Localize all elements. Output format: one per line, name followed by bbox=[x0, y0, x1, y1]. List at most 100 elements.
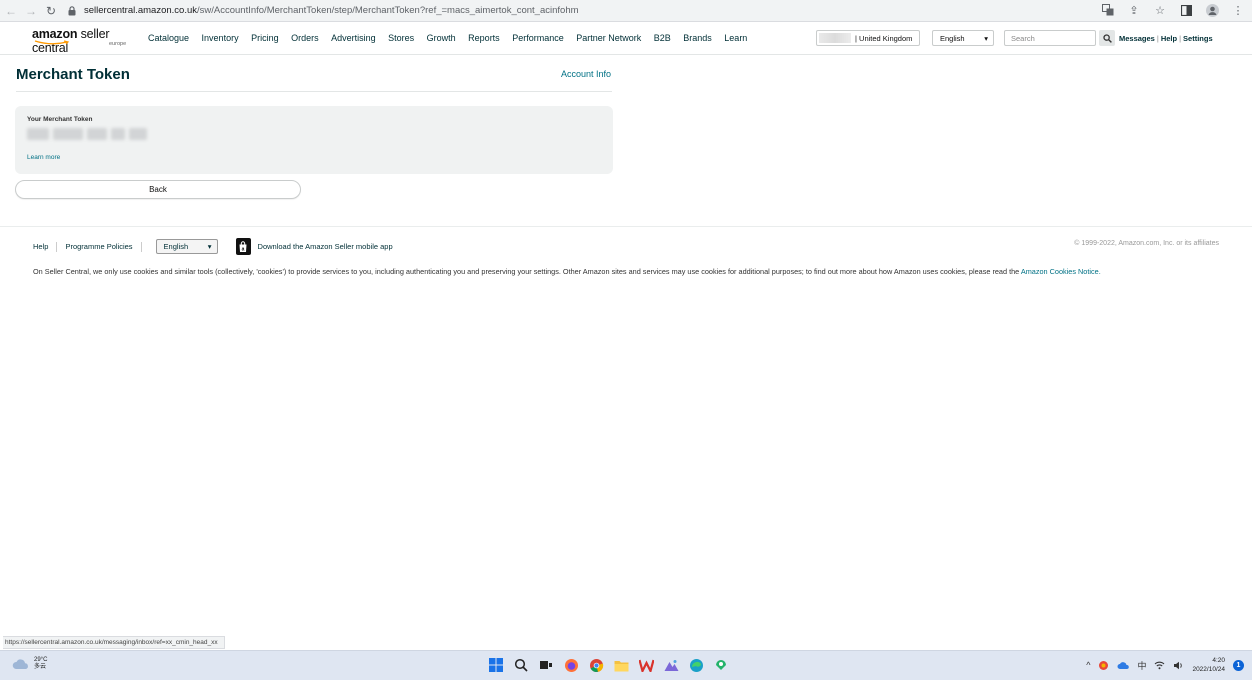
merchant-token-card: Your Merchant Token Learn more bbox=[15, 106, 613, 174]
footer-links: Help Programme Policies English ▾ a Down… bbox=[33, 238, 393, 255]
amazon-seller-central-logo[interactable]: amazon seller central europe bbox=[32, 27, 138, 55]
lock-icon[interactable] bbox=[68, 5, 78, 17]
star-icon[interactable]: ☆ bbox=[1152, 2, 1168, 18]
nav-reports[interactable]: Reports bbox=[468, 33, 500, 43]
footer-separator bbox=[140, 241, 142, 252]
search-input[interactable]: Search bbox=[1004, 30, 1096, 46]
edge-icon[interactable] bbox=[687, 656, 705, 674]
cloud-sync-icon[interactable] bbox=[1117, 660, 1130, 670]
nav-stores[interactable]: Stores bbox=[388, 33, 414, 43]
nav-orders[interactable]: Orders bbox=[291, 33, 319, 43]
weather-widget[interactable]: 29°C 多云 bbox=[12, 657, 47, 671]
footer-separator bbox=[56, 241, 58, 252]
seller-app-icon[interactable]: a bbox=[235, 238, 251, 255]
nav-b2b[interactable]: B2B bbox=[654, 33, 671, 43]
nav-learn[interactable]: Learn bbox=[724, 33, 747, 43]
nav-advertising[interactable]: Advertising bbox=[331, 33, 376, 43]
marketplace-switcher[interactable]: | United Kingdom bbox=[816, 30, 920, 46]
redacted-merchant-token bbox=[27, 126, 155, 142]
logo-region: europe bbox=[109, 41, 127, 47]
nav-partner-network[interactable]: Partner Network bbox=[576, 33, 641, 43]
back-button[interactable]: Back bbox=[15, 180, 301, 199]
nav-growth[interactable]: Growth bbox=[427, 33, 456, 43]
temperature: 29°C bbox=[34, 657, 48, 663]
redacted-account-name bbox=[819, 33, 851, 43]
page: ← → ↻ sellercentral.amazon.co.uk/sw/Acco… bbox=[0, 0, 1252, 680]
token-label: Your Merchant Token bbox=[27, 116, 93, 123]
back-arrow-icon[interactable]: ← bbox=[2, 2, 20, 20]
main-navigation: Catalogue Inventory Pricing Orders Adver… bbox=[148, 33, 760, 43]
file-explorer-icon[interactable] bbox=[612, 656, 630, 674]
programme-policies-link[interactable]: Programme Policies bbox=[65, 242, 132, 251]
chevron-down-icon: ▾ bbox=[207, 242, 212, 251]
help-link[interactable]: Help bbox=[1161, 34, 1177, 43]
browser-toolbar: ← → ↻ sellercentral.amazon.co.uk/sw/Acco… bbox=[0, 0, 1252, 22]
cookie-notice-text: On Seller Central, we only use cookies a… bbox=[33, 267, 1021, 276]
sidebar-icon[interactable] bbox=[1178, 2, 1194, 18]
volume-icon[interactable] bbox=[1173, 661, 1184, 670]
task-view-icon[interactable] bbox=[537, 656, 555, 674]
seller-central-header: amazon seller central europe Catalogue I… bbox=[0, 22, 1252, 55]
system-tray: ^ 中 4:20 2022/10/24 1 bbox=[1086, 656, 1244, 674]
clock-date: 2022/10/24 bbox=[1192, 666, 1225, 673]
address-bar[interactable]: sellercentral.amazon.co.uk/sw/AccountInf… bbox=[84, 5, 579, 16]
search-icon bbox=[1102, 33, 1112, 43]
ime-indicator[interactable]: 中 bbox=[1137, 659, 1146, 672]
translate-icon[interactable] bbox=[1100, 2, 1116, 18]
page-title: Merchant Token bbox=[16, 66, 130, 83]
windows-start-icon[interactable] bbox=[487, 656, 505, 674]
nav-performance[interactable]: Performance bbox=[512, 33, 564, 43]
menu-dots-icon[interactable]: ⋮ bbox=[1230, 2, 1246, 18]
url-host: sellercentral.amazon.co.uk bbox=[84, 5, 197, 16]
status-bar-url: https://sellercentral.amazon.co.uk/messa… bbox=[3, 636, 225, 649]
footer-divider bbox=[0, 226, 1252, 227]
firefox-icon[interactable] bbox=[562, 656, 580, 674]
browser-actions: ⇪ ☆ ⋮ bbox=[1100, 2, 1246, 18]
messages-link[interactable]: Messages bbox=[1119, 34, 1155, 43]
search-icon[interactable] bbox=[512, 656, 530, 674]
forward-arrow-icon[interactable]: → bbox=[22, 2, 40, 20]
marketplace-label: | United Kingdom bbox=[855, 33, 913, 43]
green-app-icon[interactable] bbox=[712, 656, 730, 674]
wifi-icon[interactable] bbox=[1154, 661, 1165, 670]
reload-icon[interactable]: ↻ bbox=[42, 2, 60, 20]
account-info-link[interactable]: Account Info bbox=[561, 69, 611, 79]
search-button[interactable] bbox=[1099, 30, 1115, 46]
wps-office-icon[interactable] bbox=[637, 656, 655, 674]
chevron-down-icon: ▾ bbox=[984, 33, 988, 43]
svg-text:a: a bbox=[242, 246, 245, 252]
share-icon[interactable]: ⇪ bbox=[1126, 2, 1142, 18]
footer-language-value: English bbox=[163, 242, 189, 251]
language-value: English bbox=[940, 33, 965, 43]
profile-icon[interactable] bbox=[1204, 2, 1220, 18]
nav-pricing[interactable]: Pricing bbox=[251, 33, 279, 43]
url-path: /sw/AccountInfo/MerchantToken/step/Merch… bbox=[197, 5, 579, 16]
nav-catalogue[interactable]: Catalogue bbox=[148, 33, 189, 43]
nav-inventory[interactable]: Inventory bbox=[202, 33, 239, 43]
taskbar-apps bbox=[487, 656, 730, 674]
language-select[interactable]: English ▾ bbox=[932, 30, 994, 46]
chrome-icon[interactable] bbox=[587, 656, 605, 674]
chevron-up-icon[interactable]: ^ bbox=[1086, 660, 1090, 670]
logo-wordmark: amazon bbox=[32, 27, 78, 41]
clock-time: 4:20 bbox=[1212, 657, 1225, 664]
weather-condition: 多云 bbox=[34, 664, 47, 670]
header-links: Messages | Help | Settings bbox=[1119, 34, 1213, 43]
cookies-notice-link[interactable]: Amazon Cookies Notice. bbox=[1021, 267, 1101, 276]
amazon-smile-icon bbox=[34, 40, 70, 45]
nav-brands[interactable]: Brands bbox=[683, 33, 712, 43]
copyright-notice: © 1999-2022, Amazon.com, Inc. or its aff… bbox=[1074, 240, 1219, 247]
clock[interactable]: 4:20 2022/10/24 bbox=[1192, 656, 1225, 674]
cookie-notice: On Seller Central, we only use cookies a… bbox=[33, 265, 1223, 278]
footer-help-link[interactable]: Help bbox=[33, 242, 48, 251]
title-divider bbox=[16, 91, 612, 92]
photos-icon[interactable] bbox=[662, 656, 680, 674]
footer-language-select[interactable]: English ▾ bbox=[155, 239, 218, 254]
tray-app-icon[interactable] bbox=[1098, 660, 1109, 671]
cloud-icon bbox=[12, 659, 28, 669]
download-app-link[interactable]: Download the Amazon Seller mobile app bbox=[258, 242, 393, 251]
settings-link[interactable]: Settings bbox=[1183, 34, 1213, 43]
learn-more-link[interactable]: Learn more bbox=[27, 154, 60, 161]
windows-taskbar: 29°C 多云 ^ 中 4:20 2022/10/24 1 bbox=[0, 650, 1252, 680]
notification-badge[interactable]: 1 bbox=[1233, 659, 1244, 671]
